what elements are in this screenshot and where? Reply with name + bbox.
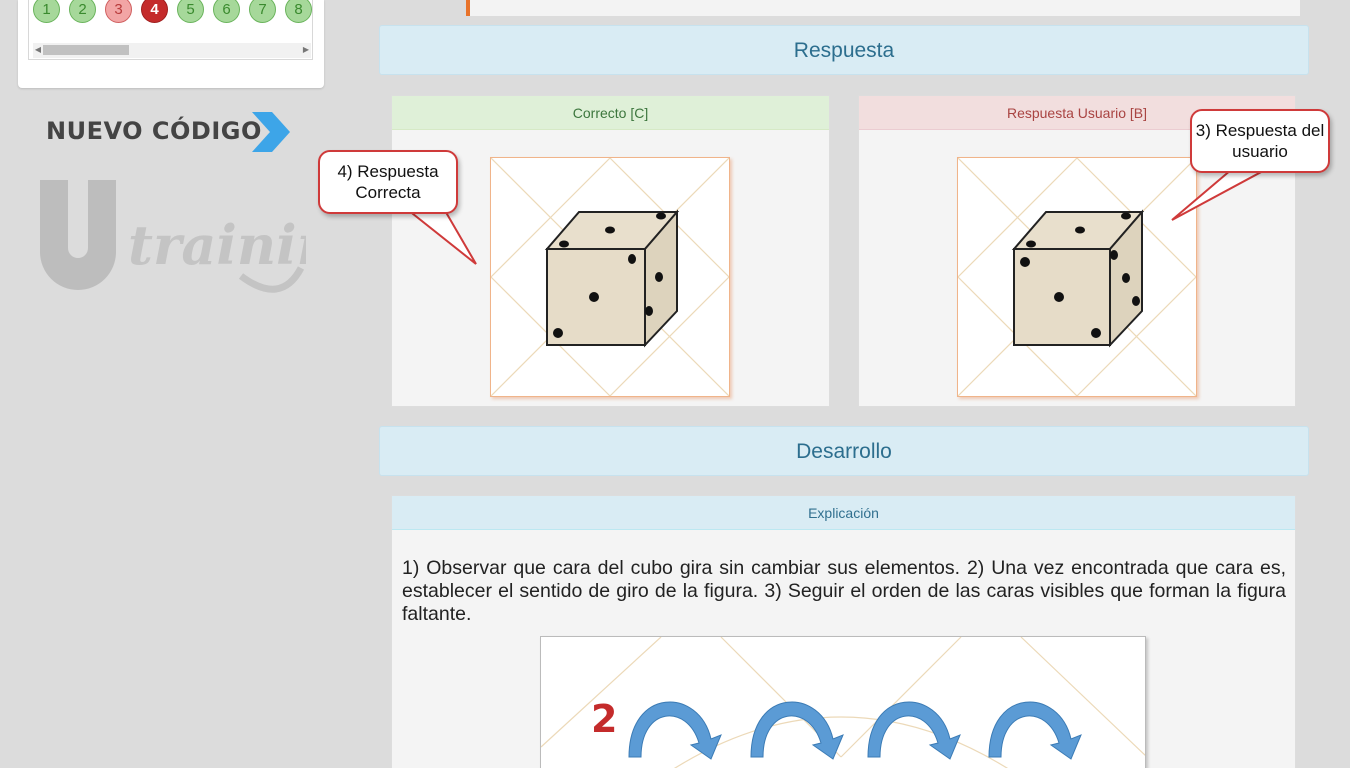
brand-logo-text: NUEVO CÓDIGO <box>46 117 262 145</box>
dice-figure-b <box>957 157 1197 397</box>
dice-figure-c <box>490 157 730 397</box>
rotation-arrow-icon <box>628 701 722 760</box>
question-button-4[interactable]: 4 <box>141 0 168 23</box>
horizontal-scrollbar[interactable]: ◀ ▶ <box>33 43 311 58</box>
rotation-arrow-icon <box>988 701 1082 760</box>
step-number: 2 <box>591 697 617 741</box>
question-button-5[interactable]: 5 <box>177 0 204 23</box>
desarrollo-header: Desarrollo <box>379 426 1309 476</box>
rotation-steps-figure: 2 <box>541 637 1145 768</box>
question-nav-scroller: 12345678 ◀ ▶ <box>28 0 313 60</box>
respuesta-header: Respuesta <box>379 25 1309 75</box>
question-button-1[interactable]: 1 <box>33 0 60 23</box>
question-button-2[interactable]: 2 <box>69 0 96 23</box>
explanation-label: Explicación <box>392 496 1295 530</box>
explanation-text: 1) Observar que cara del cubo gira sin c… <box>402 557 1286 625</box>
question-buttons: 12345678 <box>33 0 321 26</box>
question-button-8[interactable]: 8 <box>285 0 312 23</box>
question-nav-card: 12345678 ◀ ▶ <box>18 0 324 88</box>
callout-user-answer: 3) Respuesta del usuario <box>1190 109 1330 173</box>
callout-correct-answer: 4) Respuesta Correcta <box>318 150 458 214</box>
correct-answer-label: Correcto [C] <box>392 96 829 130</box>
watermark-text: training <box>128 213 306 277</box>
explanation-image: 2 <box>540 636 1146 768</box>
correct-answer-image <box>490 157 730 397</box>
question-button-6[interactable]: 6 <box>213 0 240 23</box>
scrollbar-thumb[interactable] <box>43 45 129 55</box>
user-answer-image <box>957 157 1197 397</box>
chevron-right-icon <box>252 112 290 152</box>
question-button-7[interactable]: 7 <box>249 0 276 23</box>
rotation-arrow-icon <box>750 701 844 760</box>
previous-panel-strip <box>466 0 1300 16</box>
question-button-3[interactable]: 3 <box>105 0 132 23</box>
rotation-arrow-icon <box>867 701 961 760</box>
scroll-left-icon[interactable]: ◀ <box>33 45 43 55</box>
scroll-right-icon[interactable]: ▶ <box>301 45 311 55</box>
utraining-watermark-logo: training <box>40 180 306 293</box>
